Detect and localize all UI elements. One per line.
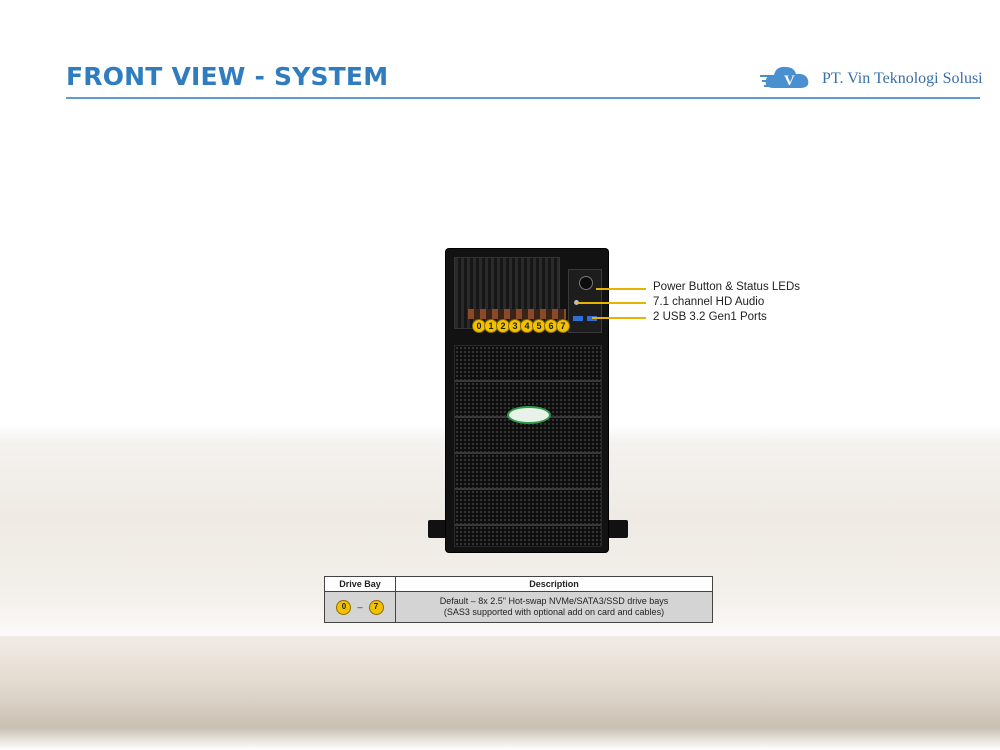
- front-door: [454, 345, 602, 547]
- callout-line-audio: [578, 302, 646, 304]
- company-name: PT. Vin Teknologi Solusi: [822, 70, 983, 87]
- server-tower: [446, 249, 608, 552]
- company-logo: V PT. Vin Teknologi Solusi: [760, 62, 985, 94]
- bay-number: 7: [556, 319, 570, 333]
- drive-bay-table: Drive Bay Description 0 – 7 Default – 8x…: [324, 576, 713, 623]
- svg-text:V: V: [784, 73, 795, 89]
- power-button-icon: [579, 276, 593, 290]
- callout-audio: 7.1 channel HD Audio: [653, 296, 765, 308]
- floor-band: [0, 636, 1000, 750]
- callout-usb: 2 USB 3.2 Gen1 Ports: [653, 311, 767, 323]
- drive-bay-range-cell: 0 – 7: [324, 591, 396, 623]
- callout-power: Power Button & Status LEDs: [653, 281, 801, 293]
- description-line-1: Default – 8x 2.5" Hot-swap NVMe/SATA3/SS…: [439, 596, 669, 606]
- front-io-panel: [568, 269, 602, 333]
- drive-bay-strip: [468, 309, 566, 319]
- col-header-drive-bay: Drive Bay: [324, 576, 396, 592]
- bay-range-end: 7: [368, 599, 384, 615]
- callout-line-power: [596, 288, 646, 290]
- door-ribs: [455, 346, 601, 546]
- drive-bay-numbers: 0 1 2 3 4 5 6 7: [472, 319, 572, 335]
- bay-range-separator: –: [357, 601, 363, 612]
- col-header-description: Description: [395, 576, 713, 592]
- callout-line-usb: [592, 317, 646, 319]
- table-row: 0 – 7 Default – 8x 2.5" Hot-swap NVMe/SA…: [324, 591, 713, 623]
- description-cell: Default – 8x 2.5" Hot-swap NVMe/SATA3/SS…: [395, 591, 713, 623]
- vendor-badge: [507, 406, 551, 424]
- cloud-logo-icon: V: [760, 66, 809, 89]
- usb-port-icon: [573, 316, 583, 321]
- title-divider: [66, 97, 980, 99]
- page-title: FRONT VIEW - SYSTEM: [66, 62, 389, 91]
- bay-range-start: 0: [336, 599, 352, 615]
- description-line-2: (SAS3 supported with optional add on car…: [443, 607, 665, 617]
